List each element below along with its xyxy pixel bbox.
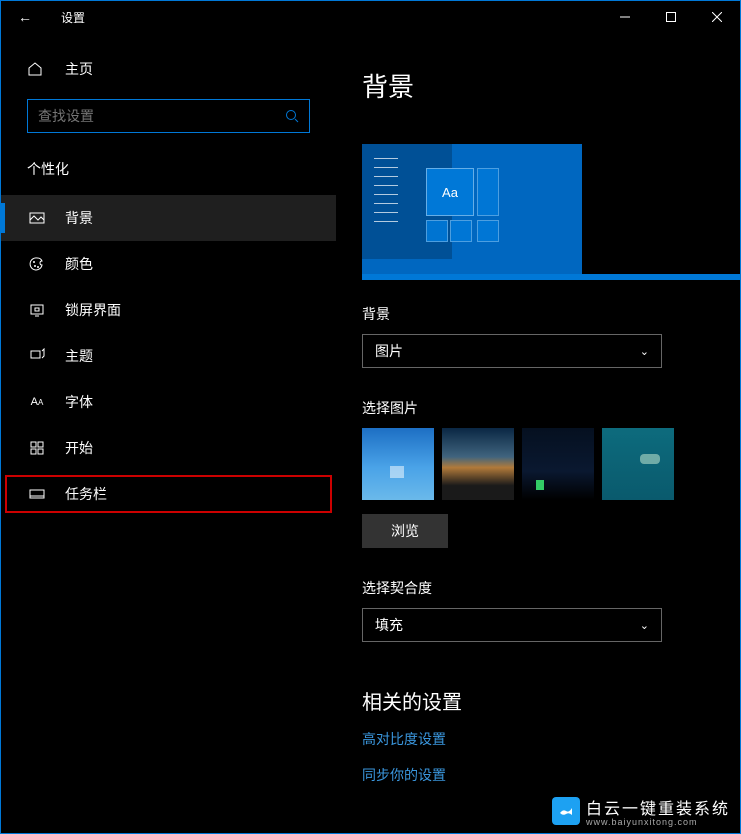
picture-thumbnails xyxy=(362,428,714,500)
home-label: 主页 xyxy=(65,59,93,79)
choose-picture-label: 选择图片 xyxy=(362,398,714,418)
picture-thumb-2[interactable] xyxy=(442,428,514,500)
browse-button[interactable]: 浏览 xyxy=(362,514,448,548)
search-input-container[interactable] xyxy=(27,99,310,133)
sidebar-item-label: 颜色 xyxy=(65,254,93,274)
watermark-text: 白云一键重装系统 xyxy=(586,801,730,818)
sidebar-item-label: 字体 xyxy=(65,392,93,412)
sidebar-item-colors[interactable]: 颜色 xyxy=(1,241,336,287)
image-icon xyxy=(27,210,47,226)
watermark-badge-icon xyxy=(552,797,580,825)
brush-icon xyxy=(27,348,47,364)
search-icon xyxy=(285,109,299,123)
font-icon: AA xyxy=(27,396,47,408)
background-type-dropdown[interactable]: 图片 ⌄ xyxy=(362,334,662,368)
sidebar: 主页 个性化 背景 颜色 xyxy=(1,33,336,833)
palette-icon xyxy=(27,256,47,272)
search-input[interactable] xyxy=(38,108,285,124)
chevron-down-icon: ⌄ xyxy=(640,345,649,358)
picture-thumb-1[interactable] xyxy=(362,428,434,500)
dropdown-value: 填充 xyxy=(375,615,403,635)
window-title: 设置 xyxy=(49,9,85,26)
chevron-down-icon: ⌄ xyxy=(640,619,649,632)
sidebar-item-label: 任务栏 xyxy=(65,484,107,504)
sidebar-item-background[interactable]: 背景 xyxy=(1,195,336,241)
sidebar-item-label: 背景 xyxy=(65,208,93,228)
fit-dropdown[interactable]: 填充 ⌄ xyxy=(362,608,662,642)
sidebar-item-fonts[interactable]: AA 字体 xyxy=(1,379,336,425)
watermark-url: www.baiyunxitong.com xyxy=(586,817,730,827)
home-icon xyxy=(27,61,47,77)
related-settings-title: 相关的设置 xyxy=(362,686,714,715)
picture-thumb-4[interactable] xyxy=(602,428,674,500)
page-title: 背景 xyxy=(362,67,714,104)
maximize-button[interactable] xyxy=(648,1,694,33)
sidebar-item-lockscreen[interactable]: 锁屏界面 xyxy=(1,287,336,333)
sidebar-item-label: 锁屏界面 xyxy=(65,300,121,320)
preview-tile: Aa xyxy=(426,168,474,216)
watermark: 白云一键重装系统 www.baiyunxitong.com xyxy=(552,795,730,827)
dropdown-value: 图片 xyxy=(375,341,403,361)
sidebar-item-label: 开始 xyxy=(65,438,93,458)
main-content: 背景 Aa 背景 图片 ⌄ 选择图片 xyxy=(336,33,740,833)
picture-thumb-3[interactable] xyxy=(522,428,594,500)
background-type-label: 背景 xyxy=(362,304,714,324)
section-label: 个性化 xyxy=(1,153,336,195)
sidebar-item-themes[interactable]: 主题 xyxy=(1,333,336,379)
lockscreen-icon xyxy=(27,302,47,318)
sidebar-item-taskbar[interactable]: 任务栏 xyxy=(1,471,336,517)
minimize-button[interactable] xyxy=(602,1,648,33)
sidebar-item-start[interactable]: 开始 xyxy=(1,425,336,471)
home-button[interactable]: 主页 xyxy=(1,53,336,93)
fit-label: 选择契合度 xyxy=(362,578,714,598)
link-high-contrast[interactable]: 高对比度设置 xyxy=(362,729,714,749)
back-button[interactable]: ← xyxy=(1,9,49,25)
browse-label: 浏览 xyxy=(391,521,419,541)
background-preview: Aa xyxy=(362,144,582,274)
start-icon xyxy=(27,441,47,455)
sidebar-item-label: 主题 xyxy=(65,346,93,366)
link-sync-settings[interactable]: 同步你的设置 xyxy=(362,765,714,785)
taskbar-icon xyxy=(27,486,47,502)
close-button[interactable] xyxy=(694,1,740,33)
